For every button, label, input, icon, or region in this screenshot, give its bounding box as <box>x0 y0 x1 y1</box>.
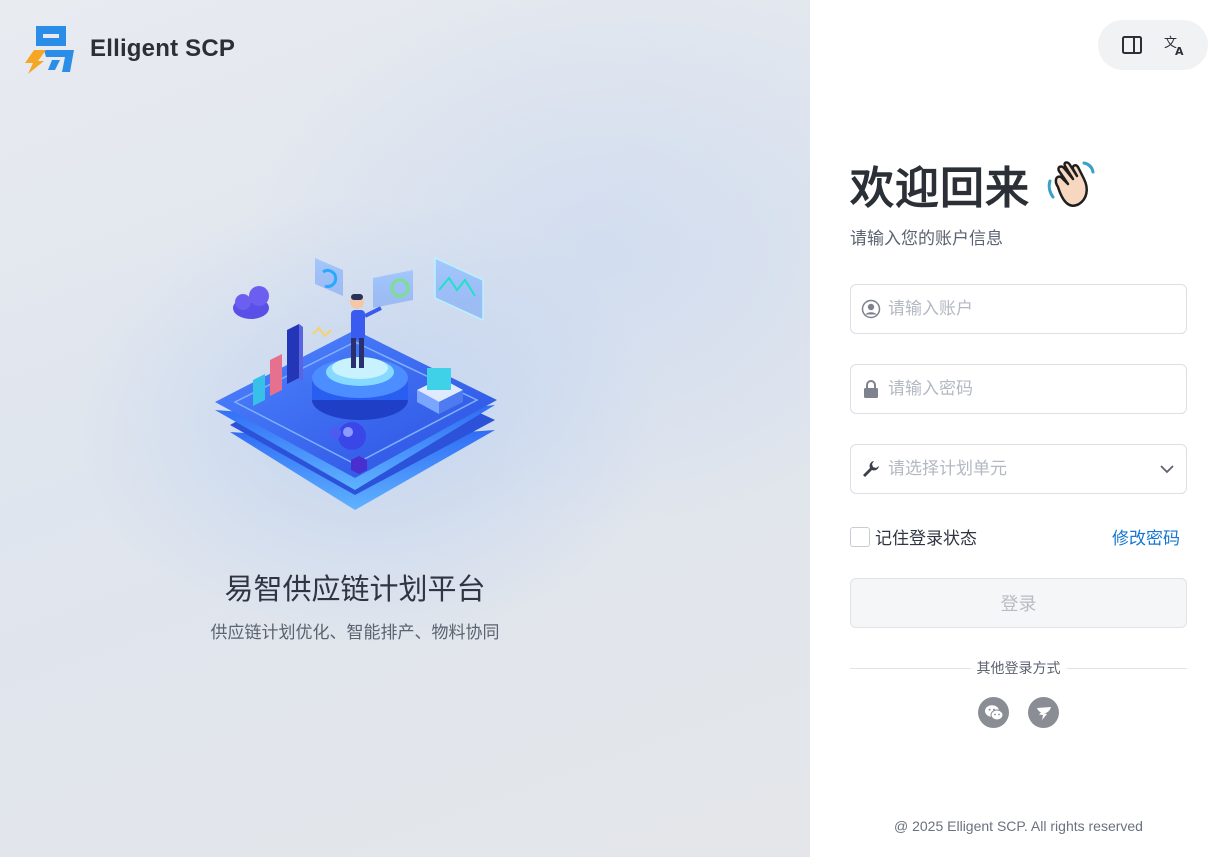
remember-label: 记住登录状态 <box>875 529 977 549</box>
other-login-divider: 其他登录方式 <box>850 658 1187 678</box>
copyright-footer: @ 2025 Elligent SCP. All rights reserved <box>894 818 1143 834</box>
plan-unit-input[interactable] <box>888 459 1158 479</box>
wechat-icon[interactable] <box>978 697 1009 728</box>
platform-subtitle: 供应链计划优化、智能排产、物料协同 <box>210 623 500 643</box>
platform-title: 易智供应链计划平台 <box>224 572 486 606</box>
account-input[interactable] <box>888 299 1176 319</box>
panel-layout-icon[interactable] <box>1120 33 1144 57</box>
welcome-title: 欢迎回来 <box>850 163 1030 214</box>
brand-logo-icon <box>25 26 74 74</box>
welcome-subtitle: 请输入您的账户信息 <box>850 229 1003 249</box>
account-field <box>850 284 1187 334</box>
divider-line <box>850 667 971 669</box>
translate-icon[interactable]: 文A <box>1163 33 1187 57</box>
svg-text:A: A <box>1175 45 1184 56</box>
checkbox-box[interactable] <box>850 526 870 547</box>
login-button[interactable]: 登录 <box>850 578 1187 628</box>
password-input[interactable] <box>888 379 1176 399</box>
password-field <box>850 364 1187 414</box>
other-login-label: 其他登录方式 <box>976 661 1061 677</box>
change-password-link[interactable]: 修改密码 <box>1112 524 1180 549</box>
dingtalk-icon[interactable] <box>1028 697 1059 728</box>
wrench-icon <box>861 459 881 479</box>
brand: Elligent SCP <box>22 24 235 74</box>
brand-name: Elligent SCP <box>90 35 236 62</box>
toolbar: 文A <box>1098 20 1208 70</box>
isometric-data-platform-illustration <box>215 256 497 510</box>
welcome-heading: 欢迎回来 <box>850 152 1098 216</box>
divider-line <box>1066 667 1187 669</box>
waving-hand-icon <box>1047 161 1095 207</box>
lock-icon <box>861 379 881 399</box>
login-panel: 文A 欢迎回来 请输入您的账户信息 记住登录状态 修 <box>810 0 1227 857</box>
remember-login-checkbox[interactable]: 记住登录状态 <box>850 524 977 549</box>
user-icon <box>861 299 881 319</box>
chevron-down-icon[interactable] <box>1158 460 1176 478</box>
left-panel: Elligent SCP 易智供应链计划平台 供应链计划优化、智能排产、物料协同 <box>0 0 810 857</box>
plan-unit-select[interactable] <box>850 444 1187 494</box>
